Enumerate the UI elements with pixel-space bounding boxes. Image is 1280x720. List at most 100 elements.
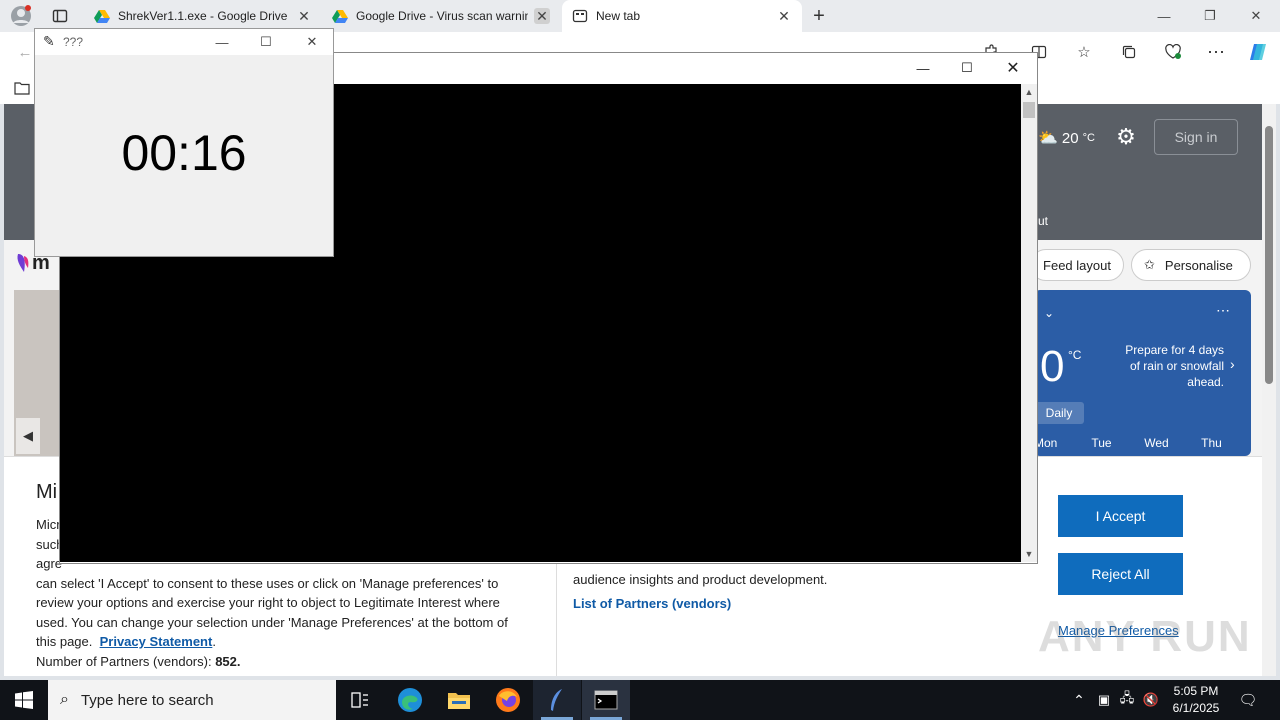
more-menu-icon[interactable]: ⋯: [1201, 37, 1231, 67]
anyrun-watermark: ANY RUN: [1038, 612, 1252, 661]
hero-partial-label: ut: [1038, 214, 1049, 228]
scroll-down-icon[interactable]: ▼: [1021, 546, 1037, 562]
edge-browser-icon[interactable]: [386, 680, 434, 720]
tab-virus-scan[interactable]: Google Drive - Virus scan warning ✕: [322, 0, 560, 32]
new-tab-page-icon: [572, 8, 588, 24]
favorites-star-icon[interactable]: ☆: [1069, 37, 1099, 67]
day-label: Wed: [1144, 436, 1169, 450]
consent-line: can select 'I Accept' to consent to thes…: [36, 575, 499, 591]
daily-tab[interactable]: Daily: [1034, 402, 1084, 424]
google-drive-icon: [332, 8, 348, 24]
settings-gear-icon[interactable]: ⚙: [1114, 124, 1138, 150]
close-tab-icon[interactable]: ✕: [776, 8, 792, 24]
tab-actions-icon[interactable]: [48, 4, 72, 28]
console-close-button[interactable]: ✕: [998, 57, 1028, 79]
restore-window-button[interactable]: ❐: [1188, 0, 1232, 32]
windows-start-icon[interactable]: [0, 680, 48, 720]
weather-unit: °C: [1082, 132, 1095, 144]
search-placeholder: Type here to search: [80, 691, 214, 709]
console-minimize-button[interactable]: —: [908, 57, 938, 79]
weather-summary[interactable]: ⛅ 20 °C: [1038, 128, 1095, 148]
close-tab-icon[interactable]: ✕: [296, 8, 312, 24]
day-label: Thu: [1201, 436, 1222, 450]
search-icon: ⌕: [60, 691, 69, 708]
console-maximize-button[interactable]: ☐: [952, 57, 982, 79]
windows-taskbar: ⌕ Type here to search ⌃ ▣ 🖧 🔇 5:05 PM 6/…: [0, 680, 1280, 720]
notifications-icon[interactable]: 🗨: [1234, 688, 1262, 712]
forecast-note: Prepare for 4 days of rain or snowfall a…: [1125, 343, 1224, 389]
command-prompt-icon[interactable]: [582, 680, 630, 720]
clock-date: 6/1/2025: [1172, 701, 1220, 715]
folder-import-icon[interactable]: [10, 76, 34, 100]
profile-avatar-icon[interactable]: [8, 4, 34, 28]
page-scrollbar[interactable]: [1262, 104, 1276, 676]
consent-right-text: audience insights and product developmen…: [573, 572, 828, 587]
scroll-up-icon[interactable]: ▲: [1021, 84, 1037, 100]
browser-essentials-icon[interactable]: [1158, 37, 1188, 67]
file-explorer-icon[interactable]: [435, 680, 483, 720]
scrollbar-thumb[interactable]: [1265, 126, 1273, 384]
feather-icon: ✎: [43, 33, 55, 49]
partners-count: 852.: [215, 653, 241, 669]
forecast-days: Mon Tue Wed Thu: [1034, 436, 1251, 450]
widget-big-temp: 0: [1040, 342, 1065, 391]
taskbar-search-box[interactable]: ⌕ Type here to search: [48, 680, 336, 720]
timer-minimize-button[interactable]: —: [207, 29, 237, 55]
collections-icon[interactable]: [1114, 37, 1144, 67]
day-label: Tue: [1091, 436, 1112, 450]
day-label: Mon: [1034, 436, 1058, 450]
volume-muted-icon[interactable]: 🔇: [1140, 688, 1162, 712]
weather-temperature: 20: [1061, 129, 1079, 147]
countdown-display: 00:16: [121, 125, 247, 181]
console-output-area[interactable]: [336, 84, 1021, 562]
device-icon[interactable]: ▣: [1094, 688, 1114, 712]
widget-more-icon[interactable]: ⋯: [1216, 302, 1230, 319]
carousel-prev-icon[interactable]: ◀: [16, 418, 40, 454]
accept-button[interactable]: I Accept: [1058, 495, 1183, 537]
timer-maximize-button[interactable]: ☐: [251, 29, 281, 55]
cloud-sun-icon: ⛅: [1038, 130, 1058, 147]
reject-all-button[interactable]: Reject All: [1058, 553, 1183, 595]
location-dropdown-icon[interactable]: ⌄: [1044, 306, 1054, 320]
copilot-icon[interactable]: [1243, 37, 1273, 67]
tab-title: New tab: [596, 9, 641, 23]
minimize-window-button[interactable]: —: [1142, 0, 1186, 32]
consent-line: review your options and exercise your ri…: [36, 595, 500, 610]
personalise-button[interactable]: ✩ Personalise: [1131, 249, 1251, 281]
forecast-next-icon[interactable]: ›: [1230, 356, 1235, 372]
widget-temp-unit: °C: [1068, 348, 1082, 362]
python-feather-app-icon[interactable]: [533, 680, 581, 720]
console-scroll-thumb[interactable]: [1023, 102, 1035, 118]
personalise-icon: ✩: [1144, 257, 1155, 272]
privacy-statement-link[interactable]: Privacy Statement: [100, 634, 213, 649]
feed-layout-button[interactable]: Feed layout: [1030, 249, 1124, 281]
close-window-button[interactable]: ✕: [1234, 0, 1278, 32]
timer-window[interactable]: ✎ ??? — ☐ ✕ 00:16: [34, 28, 334, 257]
console-scrollbar[interactable]: ▲ ▼: [1021, 84, 1037, 562]
firefox-icon[interactable]: [484, 680, 532, 720]
timer-window-title: ???: [63, 35, 84, 49]
news-card-image[interactable]: ◀: [14, 290, 64, 456]
consent-title: Mi: [36, 481, 58, 503]
system-clock[interactable]: 5:05 PM 6/1/2025: [1164, 683, 1228, 717]
personalise-label: Personalise: [1164, 257, 1233, 273]
sign-in-button[interactable]: Sign in: [1154, 119, 1238, 155]
partners-list-link[interactable]: List of Partners (vendors): [573, 596, 731, 611]
google-drive-icon: [94, 8, 110, 24]
tab-title: Google Drive - Virus scan warning: [356, 9, 528, 23]
timer-close-button[interactable]: ✕: [297, 29, 327, 55]
weather-widget[interactable]: ⌄ ⋯ 0 °C Prepare for 4 days of rain or s…: [1034, 290, 1251, 456]
clock-time: 5:05 PM: [1173, 684, 1219, 698]
new-tab-button[interactable]: +: [806, 4, 832, 28]
consent-line: used. You can change your selection unde…: [36, 614, 508, 630]
consent-line: this page.: [36, 634, 93, 649]
partners-label: Number of Partners (vendors):: [36, 653, 212, 669]
close-tab-icon[interactable]: ✕: [534, 8, 550, 24]
show-hidden-icons-icon[interactable]: ⌃: [1068, 688, 1090, 712]
tab-new-tab[interactable]: New tab ✕: [562, 0, 802, 32]
timer-titlebar[interactable]: ✎ ??? — ☐ ✕: [35, 29, 333, 55]
task-view-icon[interactable]: [336, 680, 384, 720]
tab-title: ShrekVer1.1.exe - Google Drive: [118, 9, 288, 23]
msn-butterfly-icon: [17, 254, 29, 272]
network-icon[interactable]: 🖧: [1116, 688, 1138, 712]
